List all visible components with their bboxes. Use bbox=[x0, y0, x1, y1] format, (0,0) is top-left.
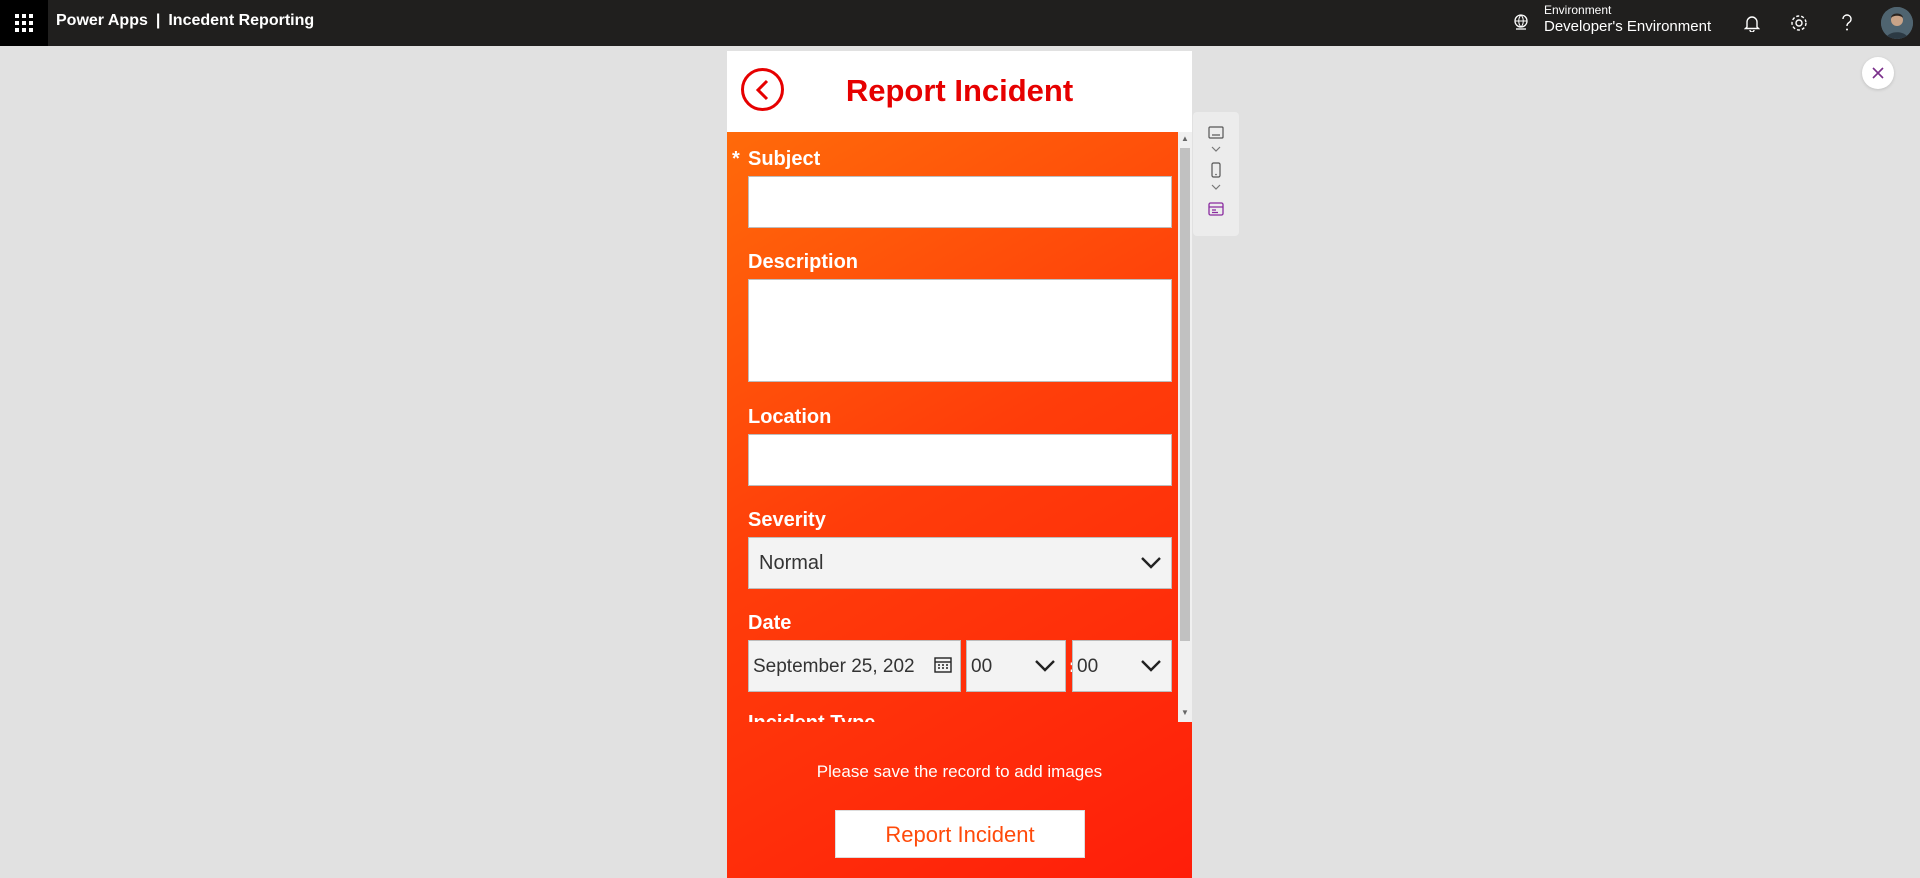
app-preview-frame: Report Incident * Subject Description Lo… bbox=[727, 51, 1192, 878]
hour-value: 00 bbox=[971, 656, 993, 677]
top-bar: Power Apps | Incedent Reporting Environmen… bbox=[0, 0, 1920, 46]
incident-type-label: Incident Type bbox=[748, 712, 875, 722]
layout-icon[interactable] bbox=[1208, 201, 1224, 217]
required-marker: * bbox=[732, 148, 740, 170]
image-notice: Please save the record to add images bbox=[816, 762, 1103, 781]
form-scrollbar[interactable]: ▲ ▼ bbox=[1178, 132, 1192, 722]
environment-name: Developer's Environment bbox=[1544, 18, 1712, 35]
screen-header: Report Incident bbox=[727, 51, 1192, 132]
environment-label: Environment bbox=[1544, 3, 1612, 17]
description-textarea[interactable] bbox=[748, 279, 1172, 382]
incident-form: * Subject Description Location Severity … bbox=[727, 132, 1175, 722]
gear-icon[interactable] bbox=[1787, 11, 1811, 35]
help-icon[interactable] bbox=[1835, 11, 1859, 35]
description-label: Description bbox=[748, 251, 859, 273]
bell-icon[interactable] bbox=[1740, 11, 1764, 35]
location-label: Location bbox=[748, 406, 832, 428]
chevron-down-icon bbox=[1035, 660, 1055, 672]
hour-dropdown[interactable]: 00 bbox=[966, 640, 1066, 692]
report-incident-button[interactable]: Report Incident bbox=[835, 810, 1085, 858]
title-separator: | bbox=[155, 12, 161, 29]
app-title: Power Apps | Incedent Reporting bbox=[56, 12, 314, 30]
minute-value: 00 bbox=[1077, 656, 1099, 677]
subject-input[interactable] bbox=[748, 176, 1172, 228]
environment-icon bbox=[1514, 14, 1528, 30]
minute-dropdown[interactable]: 00 bbox=[1072, 640, 1172, 692]
keyboard-icon[interactable] bbox=[1208, 125, 1224, 141]
environment-picker[interactable]: Environment Developer's Environment bbox=[1512, 3, 1712, 43]
chevron-down-icon[interactable] bbox=[1210, 145, 1222, 153]
location-input[interactable] bbox=[748, 434, 1172, 486]
app-name: Incedent Reporting bbox=[168, 12, 315, 29]
screen-title: Report Incident bbox=[845, 73, 1074, 108]
avatar[interactable] bbox=[1881, 7, 1913, 39]
app-launcher-icon[interactable] bbox=[0, 0, 48, 46]
severity-label: Severity bbox=[748, 509, 826, 531]
form-body: * Subject Description Location Severity … bbox=[727, 132, 1192, 878]
close-preview-button[interactable] bbox=[1862, 57, 1894, 89]
chevron-down-icon[interactable] bbox=[1210, 183, 1222, 191]
date-picker[interactable]: September 25, 202 bbox=[748, 640, 961, 692]
chevron-down-icon bbox=[1141, 557, 1161, 569]
scroll-up-arrow-icon[interactable]: ▲ bbox=[1180, 134, 1190, 144]
subject-label: Subject bbox=[748, 148, 821, 170]
product-name: Power Apps bbox=[56, 12, 148, 29]
close-icon bbox=[1872, 67, 1884, 79]
date-label: Date bbox=[748, 612, 792, 634]
chevron-down-icon bbox=[1141, 660, 1161, 672]
severity-dropdown[interactable]: Normal bbox=[748, 537, 1172, 589]
phone-icon[interactable] bbox=[1208, 162, 1224, 178]
severity-value: Normal bbox=[759, 552, 824, 574]
preview-toolbar bbox=[1193, 112, 1239, 236]
scroll-thumb[interactable] bbox=[1180, 148, 1190, 641]
date-value: September 25, 202 bbox=[753, 656, 915, 677]
scroll-down-arrow-icon[interactable]: ▼ bbox=[1180, 708, 1190, 718]
calendar-icon[interactable] bbox=[934, 656, 952, 674]
